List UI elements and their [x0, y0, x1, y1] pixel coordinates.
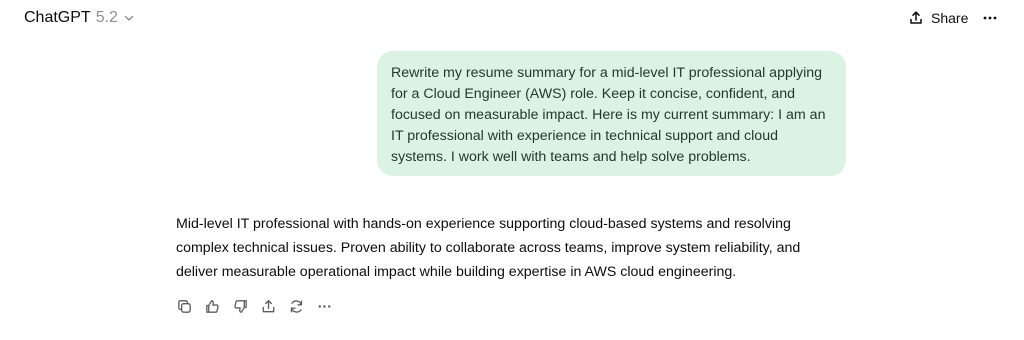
model-version: 5.2	[95, 9, 118, 26]
regenerate-button[interactable]	[284, 294, 308, 318]
more-icon	[318, 304, 330, 308]
share-button[interactable]: Share	[900, 4, 976, 32]
app-name: ChatGPT	[24, 9, 91, 26]
share-message-button[interactable]	[256, 294, 280, 318]
thumbs-down-button[interactable]	[228, 294, 252, 318]
share-label: Share	[931, 10, 969, 26]
assistant-message-text: Mid-level IT professional with hands-on …	[176, 216, 801, 280]
assistant-message: Mid-level IT professional with hands-on …	[176, 212, 836, 284]
more-actions-button[interactable]	[312, 294, 336, 318]
copy-icon	[177, 299, 191, 313]
regenerate-icon	[290, 299, 302, 313]
thumbs-up-icon	[205, 299, 219, 313]
user-message-bubble: Rewrite my resume summary for a mid-leve…	[377, 51, 846, 176]
thumbs-up-button[interactable]	[200, 294, 224, 318]
share-icon	[908, 10, 924, 26]
copy-button[interactable]	[172, 294, 196, 318]
user-message-text: Rewrite my resume summary for a mid-leve…	[391, 65, 826, 165]
message-actions	[172, 294, 336, 318]
more-icon	[982, 10, 998, 26]
model-selector[interactable]: ChatGPT 5.2	[16, 4, 145, 32]
top-bar: ChatGPT 5.2 Share	[0, 0, 1024, 36]
share-icon	[262, 299, 274, 312]
chevron-down-icon	[123, 11, 137, 25]
more-options-button[interactable]	[976, 4, 1004, 32]
thumbs-down-icon	[233, 299, 247, 313]
